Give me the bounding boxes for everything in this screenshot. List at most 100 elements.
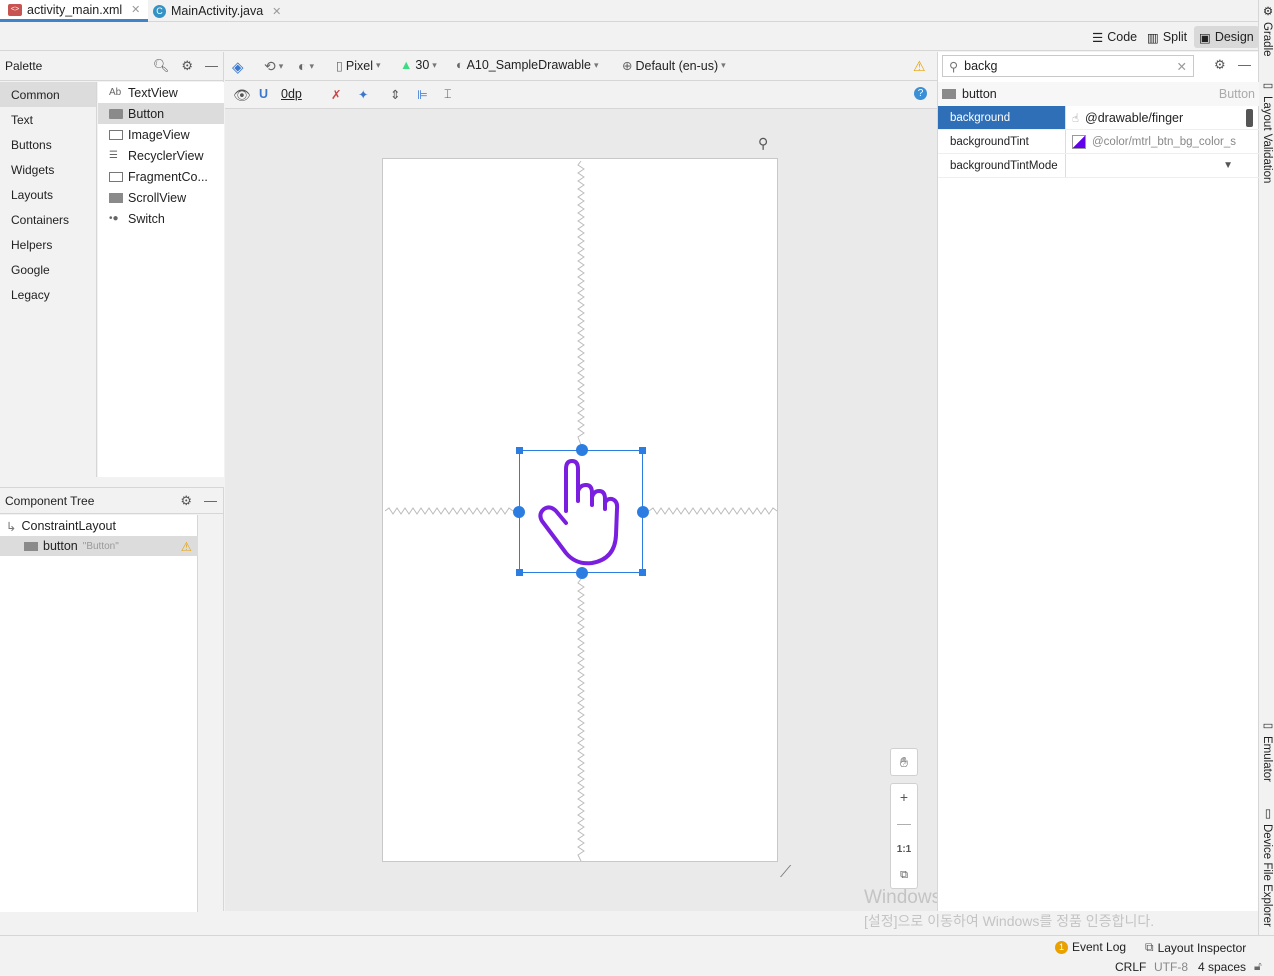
search-icon[interactable]: 🔍︎ xyxy=(153,58,170,74)
event-log-button[interactable]: 1 Event Log xyxy=(1055,940,1126,954)
constraint-right xyxy=(648,507,778,515)
close-tab-icon[interactable]: ✕ xyxy=(131,3,140,16)
constraint-anchor-left[interactable] xyxy=(513,506,525,518)
resize-handle[interactable] xyxy=(516,569,523,576)
line-separator-indicator[interactable]: CRLF xyxy=(1115,960,1146,974)
align-button[interactable]: ⊫ xyxy=(417,87,428,102)
constraint-toolbar: 👁︎ U 0dp ✗ ✦ ⇕ ⊫ ⌶ ? xyxy=(225,81,937,109)
tab-activity-main-xml[interactable]: <> activity_main.xml ✕ xyxy=(0,0,149,22)
help-button[interactable]: ? xyxy=(914,87,927,100)
guideline-icon: ⌶ xyxy=(444,87,452,101)
palette-category[interactable]: Helpers xyxy=(0,232,96,257)
tab-main-activity-java[interactable]: C MainActivity.java ✕ xyxy=(145,0,289,22)
palette-category[interactable]: Buttons xyxy=(0,132,96,157)
minimize-icon[interactable]: — xyxy=(204,493,217,509)
palette-category[interactable]: Legacy xyxy=(0,282,96,307)
lock-icon[interactable]: 🔓︎ xyxy=(1254,959,1262,974)
status-bar: CRLF UTF-8 4 spaces 🔓︎ xyxy=(0,957,1274,976)
palette-category[interactable]: Widgets xyxy=(0,157,96,182)
attribute-search-field[interactable]: ⚲ backg ✕ xyxy=(942,55,1194,77)
palette-item-imageview[interactable]: ImageView xyxy=(98,124,224,145)
gradle-tool-button[interactable]: ⚙ Gradle xyxy=(1259,4,1274,57)
locale-selector[interactable]: ⊕ Default (en-us) ▾ xyxy=(622,58,726,74)
pan-button[interactable]: ✋︎ xyxy=(891,749,917,775)
minimize-icon[interactable]: — xyxy=(205,58,218,74)
device-file-explorer-tool-button[interactable]: ▯ Device File Explorer xyxy=(1259,806,1274,927)
theme-selector[interactable]: ◐ A10_SampleDrawable ▾ xyxy=(456,58,598,72)
split-view-button[interactable]: ▥ Split xyxy=(1142,26,1192,48)
layers-icon: ◈ xyxy=(232,59,244,76)
attr-row-background-tint-mode[interactable]: backgroundTintMode ▼ xyxy=(938,154,1259,178)
palette-items: Ab TextView Button ImageView ☰ RecyclerVie… xyxy=(98,82,224,477)
device-selector[interactable]: ▯ Pixel ▾ xyxy=(336,58,381,74)
infer-constraints-button[interactable]: ✦ xyxy=(358,87,368,102)
selected-button-widget[interactable] xyxy=(513,444,649,579)
resize-handle[interactable] xyxy=(639,569,646,576)
layers-button[interactable]: ◈ xyxy=(232,58,244,76)
guidelines-button[interactable]: ⌶ xyxy=(444,87,452,102)
image-icon xyxy=(109,129,123,140)
tab-label: MainActivity.java xyxy=(171,4,264,18)
resize-handle[interactable] xyxy=(516,447,523,454)
palette-item-button[interactable]: Button xyxy=(98,103,224,124)
clear-search-icon[interactable]: ✕ xyxy=(1177,59,1187,74)
gear-icon[interactable]: ⚙ xyxy=(181,58,193,74)
tree-item-constraintlayout[interactable]: ↳ ConstraintLayout xyxy=(0,516,197,536)
tree-item-button[interactable]: button "Button" ⚠ xyxy=(0,536,198,556)
palette-item-recyclerview[interactable]: ☰ RecyclerView xyxy=(98,145,224,166)
palette-item-fragmentcontainer[interactable]: FragmentCo... xyxy=(98,166,224,187)
constraint-anchor-bottom[interactable] xyxy=(576,567,588,579)
palette-category[interactable]: Layouts xyxy=(0,182,96,207)
constraint-left xyxy=(384,507,514,515)
component-tree-body: ↳ ConstraintLayout button "Button" ⚠ xyxy=(0,515,198,912)
minimize-icon[interactable]: — xyxy=(1238,57,1251,72)
textview-icon: Ab xyxy=(109,86,122,98)
palette-category[interactable]: Common xyxy=(0,82,96,107)
zoom-actual-size-button[interactable]: 1:1 xyxy=(891,836,917,862)
clear-constraints-button[interactable]: ✗ xyxy=(331,87,341,102)
constraint-anchor-top[interactable] xyxy=(576,444,588,456)
indent-indicator[interactable]: 4 spaces xyxy=(1198,960,1246,974)
palette-category[interactable]: Text xyxy=(0,107,96,132)
default-margin-button[interactable]: 0dp xyxy=(281,87,302,101)
globe-icon: ⊕ xyxy=(622,59,633,73)
layout-validation-tool-button[interactable]: ▭ Layout Validation xyxy=(1259,78,1274,183)
dropdown-arrow-icon[interactable]: ▼ xyxy=(1223,160,1233,171)
pin-icon[interactable]: ⚲ xyxy=(758,135,768,152)
zoom-in-button[interactable]: + xyxy=(891,784,917,810)
gear-icon[interactable]: ⚙ xyxy=(180,493,192,509)
attributes-panel: ⚲ backg ✕ ⚙ — button Button background ☝… xyxy=(937,52,1259,911)
design-view-button[interactable]: ▣ Design xyxy=(1194,26,1259,48)
gear-icon[interactable]: ⚙ xyxy=(1214,57,1226,73)
design-canvas[interactable]: ⚲ ⟋ ✋︎ + — 1:1 ⧉ xyxy=(225,109,937,911)
warning-icon[interactable]: ⚠ xyxy=(181,539,192,554)
close-tab-icon[interactable]: ✕ xyxy=(272,5,281,18)
orientation-button[interactable]: ⟲ ▾ xyxy=(264,58,283,75)
layout-inspector-button[interactable]: ⧉ Layout Inspector xyxy=(1145,940,1246,955)
resize-handle[interactable] xyxy=(639,447,646,454)
autoconnect-button[interactable]: U xyxy=(259,87,268,101)
palette-item-scrollview[interactable]: ScrollView xyxy=(98,187,224,208)
device-resize-handle[interactable]: ⟋ xyxy=(780,864,791,882)
editor-tab-bar: <> activity_main.xml ✕ C MainActivity.ja… xyxy=(0,0,1258,22)
palette-category[interactable]: Containers xyxy=(0,207,96,232)
palette-item-textview[interactable]: Ab TextView xyxy=(98,82,224,103)
night-mode-button[interactable]: ◐ ▾ xyxy=(298,58,314,74)
constraint-anchor-right[interactable] xyxy=(637,506,649,518)
pack-button[interactable]: ⇕ xyxy=(390,87,400,102)
api-selector[interactable]: ▲ 30 ▾ xyxy=(400,58,437,72)
zoom-out-button[interactable]: — xyxy=(891,810,917,836)
code-view-button[interactable]: ☰ Code xyxy=(1087,26,1142,48)
palette-category[interactable]: Google xyxy=(0,257,96,282)
encoding-indicator[interactable]: UTF-8 xyxy=(1154,960,1188,974)
attr-row-background-tint[interactable]: backgroundTint @color/mtrl_btn_bg_color_… xyxy=(938,130,1259,154)
view-options-button[interactable]: 👁︎ xyxy=(233,87,251,104)
warnings-button[interactable]: ⚠ xyxy=(913,58,926,75)
emulator-tool-button[interactable]: ▭ Emulator xyxy=(1259,718,1274,782)
finger-icon xyxy=(538,459,620,566)
palette-item-switch[interactable]: •● Switch xyxy=(98,208,224,229)
device-screen[interactable] xyxy=(382,158,778,862)
resource-picker-button[interactable] xyxy=(1246,108,1253,127)
phone-icon: ▯ xyxy=(336,59,343,73)
attr-row-background[interactable]: background ☝︎ @drawable/finger xyxy=(938,106,1259,130)
